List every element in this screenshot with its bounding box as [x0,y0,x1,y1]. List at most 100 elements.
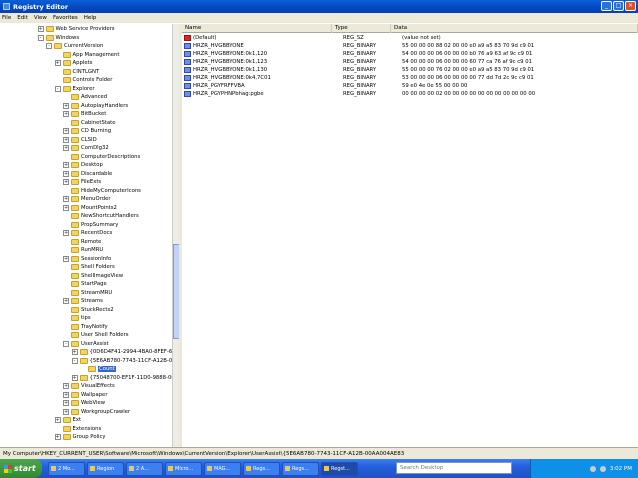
tree-node[interactable]: - CurrentVersion [46,42,103,51]
tree-node[interactable]: + MenuOrder [63,195,111,204]
expand-icon[interactable]: + [63,400,69,407]
tree-scrollbar[interactable] [172,24,180,447]
collapse-icon[interactable]: - [37,34,44,41]
expand-icon[interactable]: + [63,170,69,177]
expand-icon[interactable]: + [37,26,44,33]
value-row[interactable]: HRZR_PGYPHNPbhag:pgbe REG_BINARY 00 00 00 … [182,90,535,98]
expand-icon[interactable]: + [63,162,69,169]
tree-node[interactable]: + ComDlg32 [63,144,109,153]
value-row[interactable]: HRZR_PGYFRFFVBA REG_BINARY 59 e0 4e 0e 55 … [182,82,467,90]
tree-node[interactable]: + VisualEffects [63,382,115,391]
tree-node[interactable]: + AutoplayHandlers [63,102,128,111]
expand-icon[interactable]: + [63,391,69,398]
expand-icon[interactable]: + [63,145,69,152]
expand-icon[interactable]: + [63,111,69,118]
tray-icon[interactable] [589,465,596,472]
column-data-header[interactable]: Data [391,24,638,33]
value-row[interactable]: HRZR_HVGBBYONE REG_BINARY 55 00 00 00 88 0… [182,42,534,50]
tree-node[interactable]: Shell Folders [63,263,115,272]
collapse-icon[interactable]: - [71,357,78,364]
tree-node[interactable]: - UserAssist [63,340,109,349]
close-button[interactable]: × [625,1,636,11]
menu-help[interactable]: Help [84,15,97,21]
tree-node[interactable]: + Streams [63,297,103,306]
tree-node[interactable]: App Management [55,51,119,60]
menu-view[interactable]: View [34,15,47,21]
tree-node[interactable]: NewShortcutHandlers [63,212,139,221]
taskbar-button[interactable]: Regs... [282,461,319,476]
expand-icon[interactable]: + [63,230,69,237]
tree-node[interactable]: tips [63,314,91,323]
tree-node[interactable]: + SessionInfo [63,255,111,264]
tree-node[interactable]: - {5E6AB780-7743-11CF-A12B-00AA004 [71,357,178,366]
tree-node[interactable]: + Desktop [63,161,103,170]
expand-icon[interactable]: + [63,136,69,143]
tree-node[interactable]: ComputerDescriptions [63,153,140,162]
value-row[interactable]: HRZR_HVGBBYONE:0k4,7C01 REG_BINARY 53 00 0… [182,74,534,82]
tree-node[interactable]: + BitBucket [63,110,106,119]
tree-node[interactable]: + MountPoints2 [63,204,117,213]
tree-node[interactable]: + {75048700-EF1F-11D0-9888-006097DE [71,374,178,383]
value-row[interactable]: HRZR_HVGBBYONE:0k1,120 REG_BINARY 54 00 00… [182,50,532,58]
value-row[interactable]: HRZR_HVGBBYONE:0k1,130 REG_BINARY 55 00 00… [182,66,534,74]
value-row[interactable]: (Default) REG_SZ (value not set) [182,34,441,42]
menu-edit[interactable]: Edit [17,15,28,21]
taskbar-button[interactable]: Micro... [165,461,202,476]
value-row[interactable]: HRZR_HVGBBYONE:0k1,123 REG_BINARY 54 00 00… [182,58,532,66]
expand-icon[interactable]: + [63,102,69,109]
expand-icon[interactable]: + [63,255,69,262]
collapse-icon[interactable]: - [63,340,69,347]
tree-node[interactable]: Advanced [63,93,107,102]
expand-icon[interactable]: + [63,179,69,186]
maximize-button[interactable]: □ [613,1,624,11]
tree-node[interactable]: Extensions [55,425,101,434]
tree-node[interactable]: StuckRects2 [63,306,114,315]
tree-node[interactable]: PropSummary [63,221,118,230]
tree-node[interactable]: RunMRU [63,246,103,255]
collapse-icon[interactable]: - [46,43,52,50]
expand-icon[interactable]: + [63,128,69,135]
expand-icon[interactable]: + [63,298,69,305]
tree-node[interactable]: + Ext [54,416,81,425]
tree-node[interactable]: + WebView [63,399,105,408]
tray-icon[interactable] [599,465,606,472]
tree-node[interactable]: - Explorer [54,85,95,94]
expand-icon[interactable]: + [54,434,61,441]
tree-node[interactable]: + Applets [54,59,92,68]
taskbar-button[interactable]: 2 A... [126,461,163,476]
tree-node[interactable]: + Wallpaper [63,391,108,400]
expand-icon[interactable]: + [71,349,78,356]
taskbar-button[interactable]: MAG... [204,461,241,476]
expand-icon[interactable]: + [63,204,69,211]
tree-node[interactable]: + Discardable [63,170,112,179]
expand-icon[interactable]: + [54,417,61,424]
tree-node[interactable]: HideMyComputerIcons [63,187,141,196]
tree-node[interactable]: Count [80,365,116,374]
tree-node[interactable]: - Windows [37,34,79,43]
tree-node[interactable]: Remote [63,238,101,247]
collapse-icon[interactable]: - [54,85,61,92]
menu-file[interactable]: File [2,15,11,21]
column-type-header[interactable]: Type [332,24,391,33]
tree-node[interactable]: StartPage [63,280,107,289]
expand-icon[interactable]: + [71,374,78,381]
expand-icon[interactable]: + [63,408,69,415]
tree-node[interactable]: + FileExts [63,178,101,187]
tree-node[interactable]: Controls Folder [55,76,112,85]
tree-node[interactable]: + CLSID [63,136,97,145]
tree-node[interactable]: StreamMRU [63,289,112,298]
tree-node[interactable]: + {0D6D4F41-2994-4BA0-8FEF-620E43CD [71,348,178,357]
minimize-button[interactable]: _ [601,1,612,11]
tree-node[interactable]: + WorkgroupCrawler [63,408,130,417]
menu-favorites[interactable]: Favorites [53,15,78,21]
tree-node[interactable]: + CD Burning [63,127,111,136]
start-button[interactable]: start [0,459,42,478]
expand-icon[interactable]: + [63,196,69,203]
registry-tree[interactable]: + Web Service Providers - Windows - CurrentVe… [0,24,179,447]
taskbar-button[interactable]: Region [87,461,124,476]
expand-icon[interactable]: + [54,60,61,67]
column-name-header[interactable]: Name [182,24,332,33]
desktop-search-input[interactable]: Search Desktop [396,462,512,474]
tree-node[interactable]: + Web Service Providers [37,25,115,34]
tree-node[interactable]: User Shell Folders [63,331,129,340]
